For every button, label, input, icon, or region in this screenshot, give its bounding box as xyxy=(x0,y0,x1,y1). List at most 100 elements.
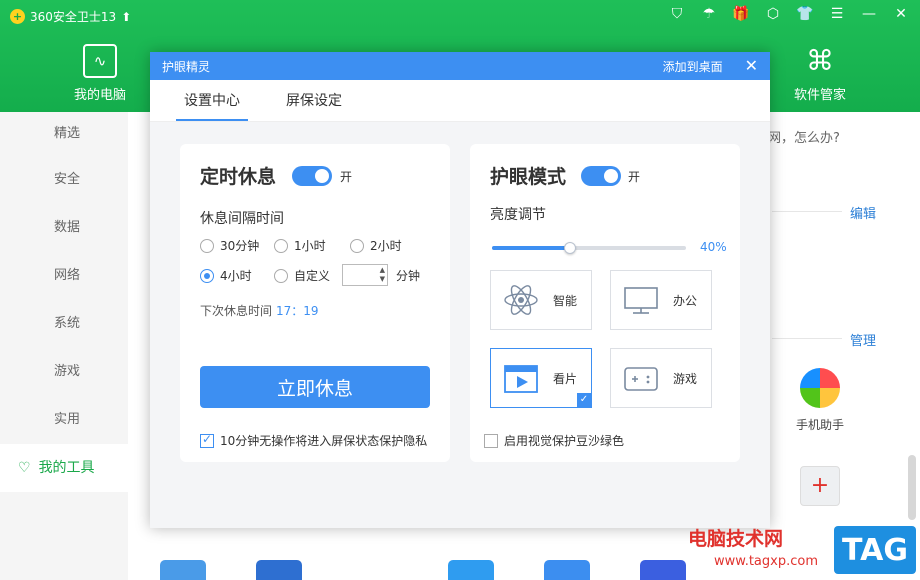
dialog-title: 护眼精灵 xyxy=(162,59,211,74)
interval-label: 休息间隔时间 xyxy=(200,211,284,227)
radio-custom[interactable]: 自定义 xyxy=(274,267,330,284)
mode-office-label: 办公 xyxy=(673,293,698,308)
gear-tool-icon[interactable] xyxy=(448,560,494,580)
film-clapper-icon xyxy=(504,365,538,393)
eye-care-dialog: 护眼精灵 添加到桌面 ✕ 设置中心 屏保设定 定时休息 开 休息间隔时间 30分… xyxy=(150,52,770,528)
stepper-arrows-icon[interactable]: ▲ ▼ xyxy=(380,266,385,284)
eye-care-card: 护眼模式 开 亮度调节 40% 智能 办公 看片 ✓ 游戏 启用视觉保护豆沙绿色 xyxy=(470,144,740,462)
windows-tool-icon[interactable] xyxy=(544,560,590,580)
mode-smart-label: 智能 xyxy=(553,293,578,308)
gamepad-icon xyxy=(624,367,658,391)
next-rest-label: 下次休息时间 xyxy=(200,304,273,318)
radio-1h[interactable]: 1小时 xyxy=(274,237,326,254)
first-aid-kit-icon: + xyxy=(800,466,840,506)
radio-circle xyxy=(274,238,288,253)
rest-title: 定时休息 xyxy=(200,166,277,188)
dialog-titlebar: 护眼精灵 添加到桌面 ✕ xyxy=(150,52,770,80)
privacy-checkbox[interactable]: 10分钟无操作将进入屏保状态保护隐私 xyxy=(200,432,427,449)
sidebar-item-system[interactable]: 系统 xyxy=(0,300,128,348)
phone-assistant-icon xyxy=(800,368,840,408)
green-protect-checkbox[interactable]: 启用视觉保护豆沙绿色 xyxy=(484,432,624,449)
shield-icon[interactable]: ⛉ xyxy=(668,6,686,22)
checkbox-box xyxy=(200,432,214,448)
sidebar-item-network[interactable]: 网络 xyxy=(0,252,128,300)
app-logo-icon: + xyxy=(10,9,25,24)
mode-office[interactable]: 办公 xyxy=(610,270,712,330)
nav-my-pc-label: 我的电脑 xyxy=(73,88,126,103)
heart-icon: ♡ xyxy=(18,460,31,476)
sidebar-item-security[interactable]: 安全 xyxy=(0,156,128,204)
radio-30min[interactable]: 30分钟 xyxy=(200,237,259,254)
tool-first-aid[interactable]: + xyxy=(790,466,850,514)
tab-settings-center[interactable]: 设置中心 xyxy=(176,80,248,121)
tab-screensaver[interactable]: 屏保设定 xyxy=(282,80,346,121)
sidebar-item-games[interactable]: 游戏 xyxy=(0,348,128,396)
radio-4h-label: 4小时 xyxy=(220,269,252,283)
radio-4h[interactable]: 4小时 xyxy=(200,267,252,284)
radio-circle xyxy=(200,238,214,253)
green-protect-label: 启用视觉保护豆沙绿色 xyxy=(504,434,625,448)
sidebar-item-featured[interactable]: 精选 xyxy=(0,112,128,156)
mode-movie[interactable]: 看片 xyxy=(490,348,592,408)
manage-link[interactable]: 管理 xyxy=(850,330,876,349)
divider xyxy=(772,211,842,212)
checkbox-box xyxy=(484,433,498,448)
umbrella-icon[interactable]: ☂ xyxy=(700,6,718,22)
scheduled-rest-card: 定时休息 开 休息间隔时间 30分钟 1小时 2小时 4小时 自定义 ▲ ▼ 分钟 xyxy=(180,144,450,462)
mode-game-label: 游戏 xyxy=(673,371,698,386)
sidebar-item-my-tools[interactable]: ♡ 我的工具 xyxy=(0,444,128,492)
gift-icon[interactable]: 🎁 xyxy=(732,6,750,22)
site-watermark: 电脑技术网 www.tagxp.com TAG xyxy=(688,522,920,580)
content-scrollbar[interactable] xyxy=(908,455,916,520)
folder-tool-icon[interactable] xyxy=(160,560,206,580)
brightness-percent: 40% xyxy=(700,240,727,254)
eye-mode-toggle-label: 开 xyxy=(628,170,641,184)
sidebar-item-utilities[interactable]: 实用 xyxy=(0,396,128,444)
radio-2h[interactable]: 2小时 xyxy=(350,237,402,254)
brightness-knob[interactable] xyxy=(563,242,576,254)
sidebar-item-data[interactable]: 数据 xyxy=(0,204,128,252)
chip-tool-icon[interactable] xyxy=(256,560,302,580)
shirt-icon[interactable]: 👕 xyxy=(796,6,814,22)
sidebar: 精选 安全 数据 网络 系统 游戏 实用 ♡ 我的工具 xyxy=(0,112,128,580)
monitor-icon xyxy=(624,287,658,314)
dialog-close-icon[interactable]: ✕ xyxy=(745,58,758,74)
menu-icon[interactable]: ☰ xyxy=(828,6,846,22)
hexagon-icon[interactable]: ⬡ xyxy=(764,6,782,22)
mode-movie-label: 看片 xyxy=(553,371,578,386)
radio-1h-label: 1小时 xyxy=(294,239,326,253)
edit-link[interactable]: 编辑 xyxy=(850,203,876,222)
tool-phone-assistant-label: 手机助手 xyxy=(795,418,844,432)
minimize-icon[interactable]: — xyxy=(860,6,878,22)
app-title-bar: + 360安全卫士13 ⬆ xyxy=(10,8,131,25)
nav-software-manager[interactable]: ⌘ 软件管家 xyxy=(780,44,860,103)
radio-circle xyxy=(350,238,364,253)
dialog-tabs: 设置中心 屏保设定 xyxy=(150,80,770,122)
privacy-checkbox-label: 10分钟无操作将进入屏保状态保护隐私 xyxy=(220,434,428,448)
next-rest-value: 17：19 xyxy=(276,304,319,318)
eye-mode-toggle[interactable] xyxy=(581,166,621,186)
rest-now-button[interactable]: 立即休息 xyxy=(200,366,430,408)
rest-toggle[interactable] xyxy=(292,166,332,186)
window-controls: ⛉ ☂ 🎁 ⬡ 👕 ☰ — ✕ xyxy=(668,6,910,22)
sidebar-item-my-tools-label: 我的工具 xyxy=(38,460,95,476)
radio-2h-label: 2小时 xyxy=(370,239,402,253)
add-to-desktop-link[interactable]: 添加到桌面 xyxy=(663,58,723,75)
mode-smart[interactable]: 智能 xyxy=(490,270,592,330)
mode-game[interactable]: 游戏 xyxy=(610,348,712,408)
close-icon[interactable]: ✕ xyxy=(892,6,910,22)
brightness-slider[interactable] xyxy=(492,242,686,254)
brightness-label: 亮度调节 xyxy=(490,207,546,223)
tool-phone-assistant[interactable]: 手机助手 xyxy=(790,368,850,433)
arrow-tool-icon[interactable] xyxy=(352,560,398,580)
apps-grid-icon: ⌘ xyxy=(806,44,834,77)
eye-mode-title: 护眼模式 xyxy=(490,166,567,188)
rest-toggle-label: 开 xyxy=(340,170,353,184)
brightness-fill xyxy=(492,246,570,250)
butterfly-tool-icon[interactable] xyxy=(640,560,686,580)
watermark-url: www.tagxp.com xyxy=(714,554,818,569)
upgrade-arrow-icon[interactable]: ⬆ xyxy=(121,10,131,24)
custom-minutes-stepper[interactable]: ▲ ▼ xyxy=(342,264,388,286)
nav-my-pc[interactable]: ∿ 我的电脑 xyxy=(60,44,140,103)
nav-software-manager-label: 软件管家 xyxy=(793,88,846,103)
